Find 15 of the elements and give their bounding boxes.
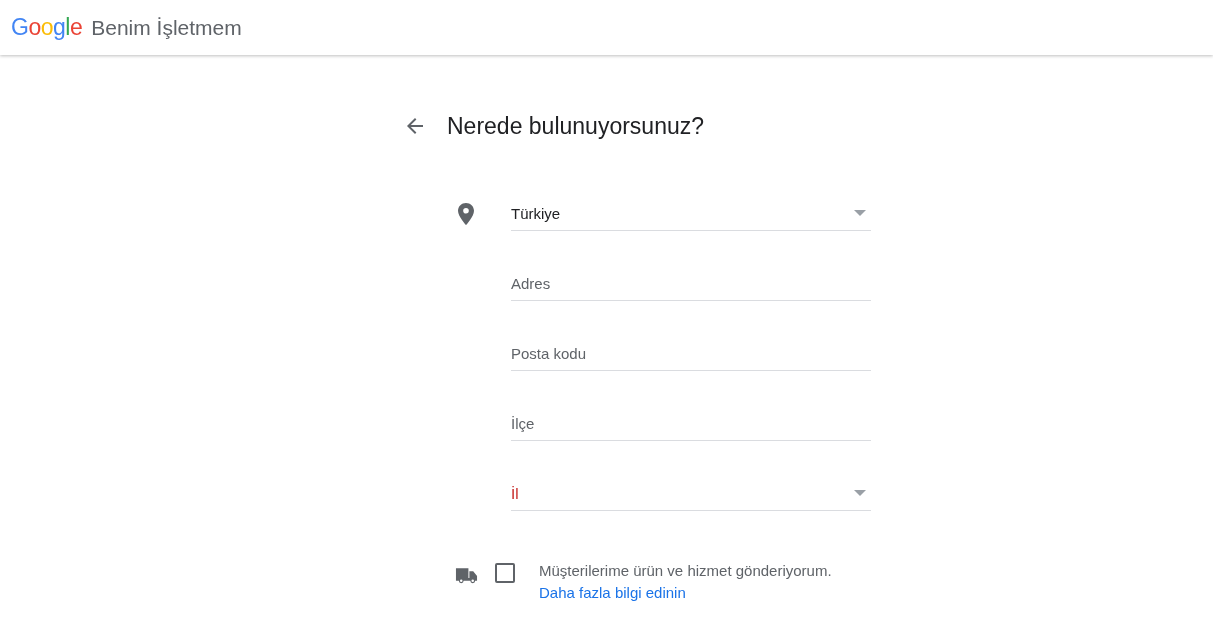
learn-more-link[interactable]: Daha fazla bilgi edinin	[539, 582, 686, 604]
page-title: Nerede bulunuyorsunuz?	[447, 112, 704, 141]
product-name: Benim İşletmem	[91, 17, 242, 38]
dropdown-caret-icon	[854, 490, 866, 496]
dropdown-field[interactable]: İl	[511, 441, 871, 511]
input-field[interactable]: İlçe	[511, 371, 871, 441]
delivery-label: Müşterilerime ürün ve hizmet gönderiyorum.	[539, 561, 832, 581]
input-field[interactable]: Adres	[511, 231, 871, 301]
dropdown-field[interactable]: Türkiye	[511, 161, 871, 231]
location-pin-icon	[458, 203, 474, 225]
input-field[interactable]: Posta kodu	[511, 301, 871, 371]
checkbox[interactable]	[495, 563, 515, 583]
logo[interactable]: Google	[11, 16, 83, 39]
dropdown-caret-icon	[854, 210, 866, 216]
truck-icon	[455, 566, 478, 584]
